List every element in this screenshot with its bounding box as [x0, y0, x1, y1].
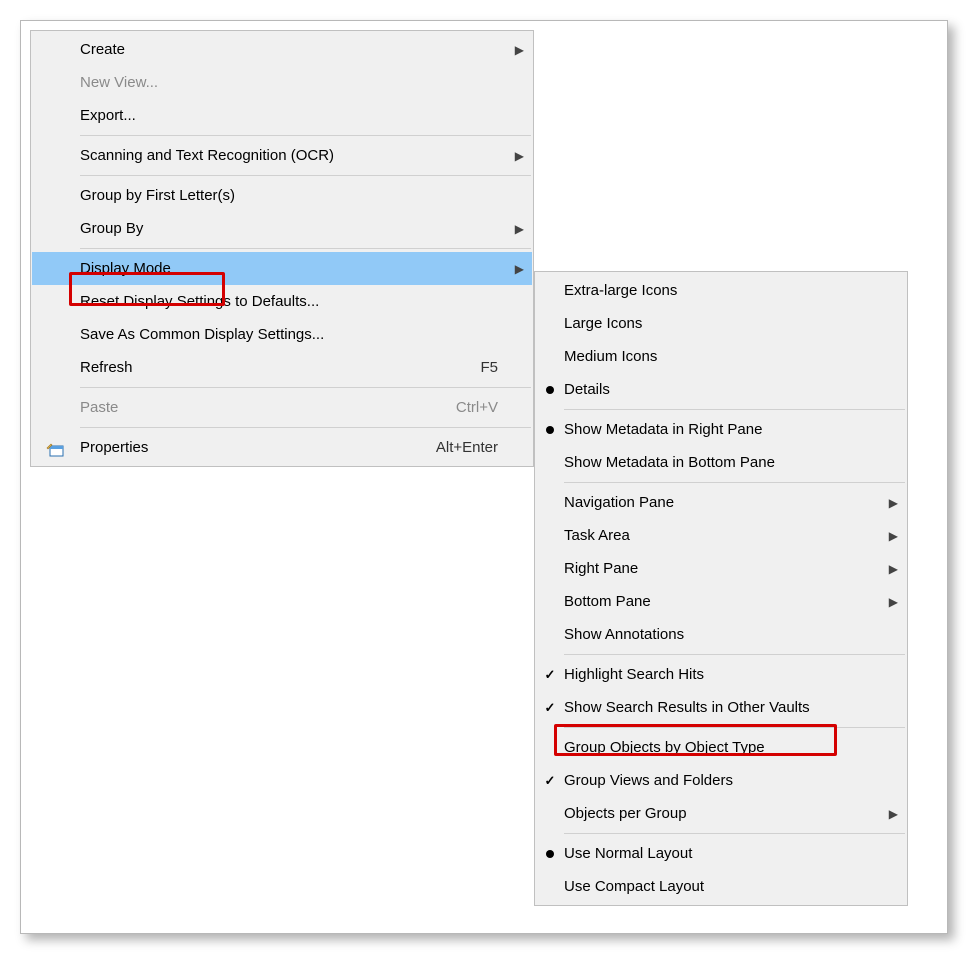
- submenu-arrow-icon: ▶: [884, 562, 898, 576]
- menu-properties[interactable]: Properties Alt+Enter: [32, 431, 532, 464]
- separator: [80, 427, 531, 428]
- menu-label: Extra-large Icons: [564, 282, 884, 299]
- separator: [564, 833, 905, 834]
- radio-bullet-icon: [546, 850, 554, 858]
- submenu-right-pane[interactable]: Right Pane ▶: [536, 552, 906, 585]
- submenu-show-annotations[interactable]: Show Annotations: [536, 618, 906, 651]
- menu-label: Task Area: [564, 527, 884, 544]
- menu-create[interactable]: Create ▶: [32, 33, 532, 66]
- menu-label: Large Icons: [564, 315, 884, 332]
- menu-label: Medium Icons: [564, 348, 884, 365]
- submenu-arrow-icon: ▶: [884, 529, 898, 543]
- menu-label: Details: [564, 381, 884, 398]
- submenu-arrow-icon: ▶: [506, 43, 524, 57]
- check-icon: ✓: [545, 700, 556, 716]
- separator: [564, 409, 905, 410]
- menu-label: New View...: [80, 74, 506, 91]
- submenu-arrow-icon: ▶: [884, 807, 898, 821]
- gutter: [536, 850, 564, 858]
- menu-label: Paste: [80, 399, 436, 416]
- submenu-group-views-folders[interactable]: ✓ Group Views and Folders: [536, 764, 906, 797]
- gutter: [536, 386, 564, 394]
- menu-label: Show Metadata in Right Pane: [564, 421, 884, 438]
- menu-label: Bottom Pane: [564, 593, 884, 610]
- submenu-normal-layout[interactable]: Use Normal Layout: [536, 837, 906, 870]
- submenu-meta-right-pane[interactable]: Show Metadata in Right Pane: [536, 413, 906, 446]
- menu-label: Show Annotations: [564, 626, 884, 643]
- separator: [80, 135, 531, 136]
- menu-label: Refresh: [80, 359, 436, 376]
- submenu-meta-bottom-pane[interactable]: Show Metadata in Bottom Pane: [536, 446, 906, 479]
- submenu-compact-layout[interactable]: Use Compact Layout: [536, 870, 906, 903]
- menu-label: Group By: [80, 220, 506, 237]
- submenu-task-area[interactable]: Task Area ▶: [536, 519, 906, 552]
- submenu-arrow-icon: ▶: [506, 262, 524, 276]
- menu-label: Reset Display Settings to Defaults...: [80, 293, 506, 310]
- gutter: ✓: [536, 773, 564, 789]
- menu-label: Group Objects by Object Type: [564, 739, 884, 756]
- menu-label: Show Search Results in Other Vaults: [564, 699, 884, 716]
- menu-label: Group by First Letter(s): [80, 187, 506, 204]
- separator: [564, 482, 905, 483]
- submenu-arrow-icon: ▶: [884, 496, 898, 510]
- menu-paste[interactable]: Paste Ctrl+V: [32, 391, 532, 424]
- menu-label: Right Pane: [564, 560, 884, 577]
- submenu-large-icons[interactable]: Large Icons: [536, 307, 906, 340]
- check-icon: ✓: [545, 773, 556, 789]
- separator: [80, 387, 531, 388]
- separator: [564, 727, 905, 728]
- submenu-navigation-pane[interactable]: Navigation Pane ▶: [536, 486, 906, 519]
- menu-group-by[interactable]: Group By ▶: [32, 212, 532, 245]
- menu-accelerator: Alt+Enter: [436, 439, 506, 456]
- submenu-arrow-icon: ▶: [884, 595, 898, 609]
- submenu-extra-large-icons[interactable]: Extra-large Icons: [536, 274, 906, 307]
- submenu-highlight-search-hits[interactable]: ✓ Highlight Search Hits: [536, 658, 906, 691]
- properties-icon: [46, 441, 66, 455]
- gutter: [32, 441, 80, 455]
- menu-label: Use Compact Layout: [564, 878, 884, 895]
- menu-label: Scanning and Text Recognition (OCR): [80, 147, 506, 164]
- menu-refresh[interactable]: Refresh F5: [32, 351, 532, 384]
- menu-label: Save As Common Display Settings...: [80, 326, 506, 343]
- menu-save-common-display[interactable]: Save As Common Display Settings...: [32, 318, 532, 351]
- separator: [80, 248, 531, 249]
- submenu-objects-per-group[interactable]: Objects per Group ▶: [536, 797, 906, 830]
- radio-bullet-icon: [546, 386, 554, 394]
- submenu-group-by-object-type[interactable]: Group Objects by Object Type: [536, 731, 906, 764]
- submenu-arrow-icon: ▶: [506, 222, 524, 236]
- context-menu: Create ▶ New View... Export... Scanning …: [30, 30, 534, 467]
- menu-label: Create: [80, 41, 506, 58]
- menu-label: Show Metadata in Bottom Pane: [564, 454, 884, 471]
- gutter: [536, 426, 564, 434]
- menu-label: Export...: [80, 107, 506, 124]
- gutter: ✓: [536, 700, 564, 716]
- display-mode-submenu: Extra-large Icons Large Icons Medium Ico…: [534, 271, 908, 906]
- menu-label: Group Views and Folders: [564, 772, 884, 789]
- menu-label: Navigation Pane: [564, 494, 884, 511]
- submenu-details[interactable]: Details: [536, 373, 906, 406]
- menu-group-first-letter[interactable]: Group by First Letter(s): [32, 179, 532, 212]
- menu-new-view[interactable]: New View...: [32, 66, 532, 99]
- menu-label: Highlight Search Hits: [564, 666, 884, 683]
- menu-reset-display[interactable]: Reset Display Settings to Defaults...: [32, 285, 532, 318]
- submenu-medium-icons[interactable]: Medium Icons: [536, 340, 906, 373]
- menu-label: Use Normal Layout: [564, 845, 884, 862]
- gutter: ✓: [536, 667, 564, 683]
- screenshot-canvas: Create ▶ New View... Export... Scanning …: [20, 20, 948, 934]
- menu-accelerator: Ctrl+V: [436, 399, 506, 416]
- menu-scan-ocr[interactable]: Scanning and Text Recognition (OCR) ▶: [32, 139, 532, 172]
- menu-label: Objects per Group: [564, 805, 884, 822]
- submenu-bottom-pane[interactable]: Bottom Pane ▶: [536, 585, 906, 618]
- submenu-search-other-vaults[interactable]: ✓ Show Search Results in Other Vaults: [536, 691, 906, 724]
- menu-display-mode[interactable]: Display Mode ▶: [32, 252, 532, 285]
- menu-accelerator: F5: [436, 359, 506, 376]
- menu-export[interactable]: Export...: [32, 99, 532, 132]
- separator: [80, 175, 531, 176]
- submenu-arrow-icon: ▶: [506, 149, 524, 163]
- check-icon: ✓: [545, 667, 556, 683]
- menu-label: Properties: [80, 439, 436, 456]
- separator: [564, 654, 905, 655]
- radio-bullet-icon: [546, 426, 554, 434]
- menu-label: Display Mode: [80, 260, 506, 277]
